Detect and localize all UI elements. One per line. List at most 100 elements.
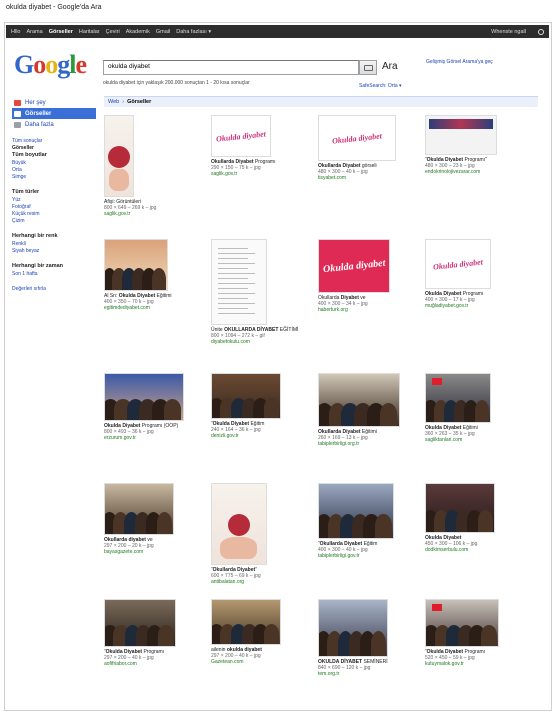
- image-result[interactable]: “Okulda Diyabet Eğitim 240 × 164 – 36 k –…: [211, 373, 311, 439]
- result-domain[interactable]: aofifriabor.com: [104, 661, 204, 667]
- image-result[interactable]: Okulda Diyabet 450 × 300 – 106 k – jpg dod…: [425, 483, 525, 553]
- result-thumbnail[interactable]: [104, 239, 168, 291]
- result-thumbnail[interactable]: [211, 239, 267, 325]
- safesearch-dropdown[interactable]: SafeSearch: Orta ▾: [359, 83, 402, 89]
- result-domain[interactable]: sagliktanlari.com: [425, 437, 525, 443]
- image-result[interactable]: OKULDA DİYABET SEMİNERİ 840 × 690 – 120 k…: [318, 599, 418, 677]
- topnav-link[interactable]: Akademik: [126, 29, 150, 35]
- banner-strip: [429, 119, 493, 129]
- result-domain[interactable]: saglik.gov.tr: [211, 171, 311, 177]
- image-result[interactable]: “Okulda Diyabet Programı” 480 × 300 – 23 …: [425, 115, 525, 175]
- sidebar-filter-link[interactable]: Yüz: [12, 197, 96, 204]
- sidebar-filter-link[interactable]: Siyah beyaz: [12, 248, 96, 255]
- result-domain[interactable]: endokrinolojivezarar.com: [425, 169, 525, 175]
- more-icon: [14, 121, 21, 128]
- image-result[interactable]: Okulda Diyabet Eğitimi 360 × 263 – 35 k –…: [425, 373, 525, 443]
- result-domain[interactable]: tem.org.tr: [318, 671, 418, 677]
- result-domain[interactable]: erzurum.gov.tr: [104, 435, 204, 441]
- sidebar-filter-link[interactable]: Simge: [12, 174, 96, 181]
- sidebar-filter-link[interactable]: Tüm sonuçlar: [12, 138, 96, 145]
- image-result[interactable]: Okulda diyabet Okullarda Diyabet Programı…: [211, 115, 311, 177]
- sidebar-filter-link[interactable]: Görseller: [12, 145, 96, 152]
- image-result[interactable]: Okulda diyabet Okulda Diyabet Programı 400…: [425, 239, 525, 309]
- result-domain[interactable]: tisyabet.com: [318, 175, 418, 181]
- sidebar-filter-link[interactable]: Son 1 hafta: [12, 271, 96, 278]
- advanced-search-link[interactable]: Gelişmiş Görsel Arama'ya geç: [426, 59, 493, 65]
- result-domain[interactable]: antibalatan.org: [211, 579, 311, 585]
- result-thumbnail[interactable]: [211, 373, 281, 419]
- topnav-link[interactable]: Çeviri: [106, 29, 120, 35]
- sidebar-filter-link[interactable]: Küçük resim: [12, 211, 96, 218]
- search-input[interactable]: okulda diyabet: [103, 60, 359, 75]
- result-domain[interactable]: bayasgazete.com: [104, 549, 204, 555]
- image-result[interactable]: Okulda diyabet Okullarda Diyabet görseli 4…: [318, 115, 418, 181]
- result-thumbnail[interactable]: [211, 599, 281, 645]
- sidebar-filter-link[interactable]: Çizim: [12, 218, 96, 225]
- sidebar-item[interactable]: Daha fazla: [12, 119, 96, 130]
- image-result[interactable]: “Okullarda Diyabet” 600 × 775 – 69 k – jp…: [211, 483, 311, 585]
- sidebar-filter-link[interactable]: Büyük: [12, 160, 96, 167]
- google-top-nav: Hllo Arama Görseller Haritalar Çeviri Akademi…: [6, 25, 549, 38]
- image-result[interactable]: Al Sn: Okulda Diyabet Eğitimi 400 × 350 –…: [104, 239, 204, 311]
- result-thumbnail[interactable]: [318, 599, 388, 657]
- topnav-link[interactable]: Görseller: [49, 29, 73, 35]
- result-domain[interactable]: egitimdediyabet.com: [104, 305, 204, 311]
- sidebar-filter-link[interactable]: Renkli: [12, 241, 96, 248]
- result-domain[interactable]: tabiplerbirligi.org.tr: [318, 441, 418, 447]
- image-result[interactable]: “Okulda Diyabet Programı 520 × 450 – 59 k…: [425, 599, 525, 667]
- result-thumbnail[interactable]: Okulda diyabet: [318, 115, 396, 161]
- google-logo[interactable]: Google: [14, 52, 87, 78]
- sidebar-filter-link[interactable]: Orta: [12, 167, 96, 174]
- result-domain[interactable]: dodkimserbulu.com: [425, 547, 525, 553]
- image-result[interactable]: Okulda Diyabet Programı (OOP) 800 × 493 –…: [104, 373, 204, 441]
- result-thumbnail[interactable]: [104, 115, 134, 197]
- okulda-diyabet-logo-text: Okulda diyabet: [331, 130, 383, 146]
- sidebar-filter-link[interactable]: Fotoğraf: [12, 204, 96, 211]
- result-domain[interactable]: denizli.gov.tr: [211, 433, 311, 439]
- image-result[interactable]: ailenin okulda diyabet 297 × 200 – 40 k –…: [211, 599, 311, 665]
- topnav-link[interactable]: Arama: [26, 29, 42, 35]
- result-thumbnail[interactable]: Okulda diyabet: [318, 239, 390, 293]
- search-by-image-button[interactable]: [359, 60, 377, 75]
- result-domain[interactable]: tabiplerbirligi.gov.tr: [318, 553, 418, 559]
- result-domain[interactable]: muğladiyabet.gov.tr: [425, 303, 525, 309]
- result-thumbnail[interactable]: [318, 483, 394, 539]
- image-result[interactable]: Ünite OKULLARDA DİYABET EĞİTİMİ 800 × 109…: [211, 239, 311, 345]
- image-result[interactable]: “Okulda Diyabet Programı 297 × 200 – 40 k…: [104, 599, 204, 667]
- topnav-link[interactable]: Hllo: [11, 29, 20, 35]
- topnav-link[interactable]: Haritalar: [79, 29, 100, 35]
- result-thumbnail[interactable]: [425, 373, 491, 423]
- result-thumbnail[interactable]: [104, 599, 176, 647]
- reset-filters-link[interactable]: Değerleri sıfırla: [12, 286, 96, 293]
- result-thumbnail[interactable]: [104, 483, 174, 535]
- image-result[interactable]: Okullarda diyabet ve 297 × 200 – 20 k – j…: [104, 483, 204, 555]
- result-thumbnail[interactable]: [318, 373, 400, 427]
- result-thumbnail[interactable]: [425, 599, 499, 647]
- image-result[interactable]: Afişi: Görüntüleri 800 × 649 – 269 k – jp…: [104, 115, 204, 217]
- breadcrumb-web-link[interactable]: Web: [108, 99, 119, 105]
- image-result[interactable]: “Okullarda Diyabet Eğitim 400 × 300 – 40 …: [318, 483, 418, 559]
- result-domain[interactable]: saglik.gov.tr: [104, 211, 204, 217]
- document-line: [218, 253, 255, 254]
- sidebar-item-label: Daha fazla: [25, 121, 54, 128]
- result-domain[interactable]: Gazetean.com: [211, 659, 311, 665]
- search-button[interactable]: Ara: [382, 61, 398, 72]
- sidebar-item[interactable]: Her şey: [12, 97, 96, 108]
- result-thumbnail[interactable]: [425, 115, 497, 155]
- result-thumbnail[interactable]: [104, 373, 184, 421]
- turkish-flag: [432, 378, 442, 385]
- result-thumbnail[interactable]: Okulda diyabet: [211, 115, 271, 157]
- image-result[interactable]: Okulda diyabet Okullarda Diyabet ve 400 × …: [318, 239, 418, 313]
- result-domain[interactable]: haberturk.org: [318, 307, 418, 313]
- topnav-link[interactable]: Gmail: [156, 29, 170, 35]
- gear-icon[interactable]: [538, 28, 544, 35]
- result-thumbnail[interactable]: [211, 483, 267, 565]
- result-domain[interactable]: kutuymalok.gov.tr: [425, 661, 525, 667]
- result-domain[interactable]: diyabetokulu.com: [211, 339, 311, 345]
- image-result[interactable]: Okullarda Diyabet Eğitimi 260 × 169 – 13 …: [318, 373, 418, 447]
- topnav-link[interactable]: Daha fazlası ▾: [176, 29, 211, 35]
- sidebar-item[interactable]: Görseller: [12, 108, 96, 119]
- result-thumbnail[interactable]: Okulda diyabet: [425, 239, 491, 289]
- account-name[interactable]: Whenste ngall: [491, 29, 526, 35]
- result-thumbnail[interactable]: [425, 483, 495, 533]
